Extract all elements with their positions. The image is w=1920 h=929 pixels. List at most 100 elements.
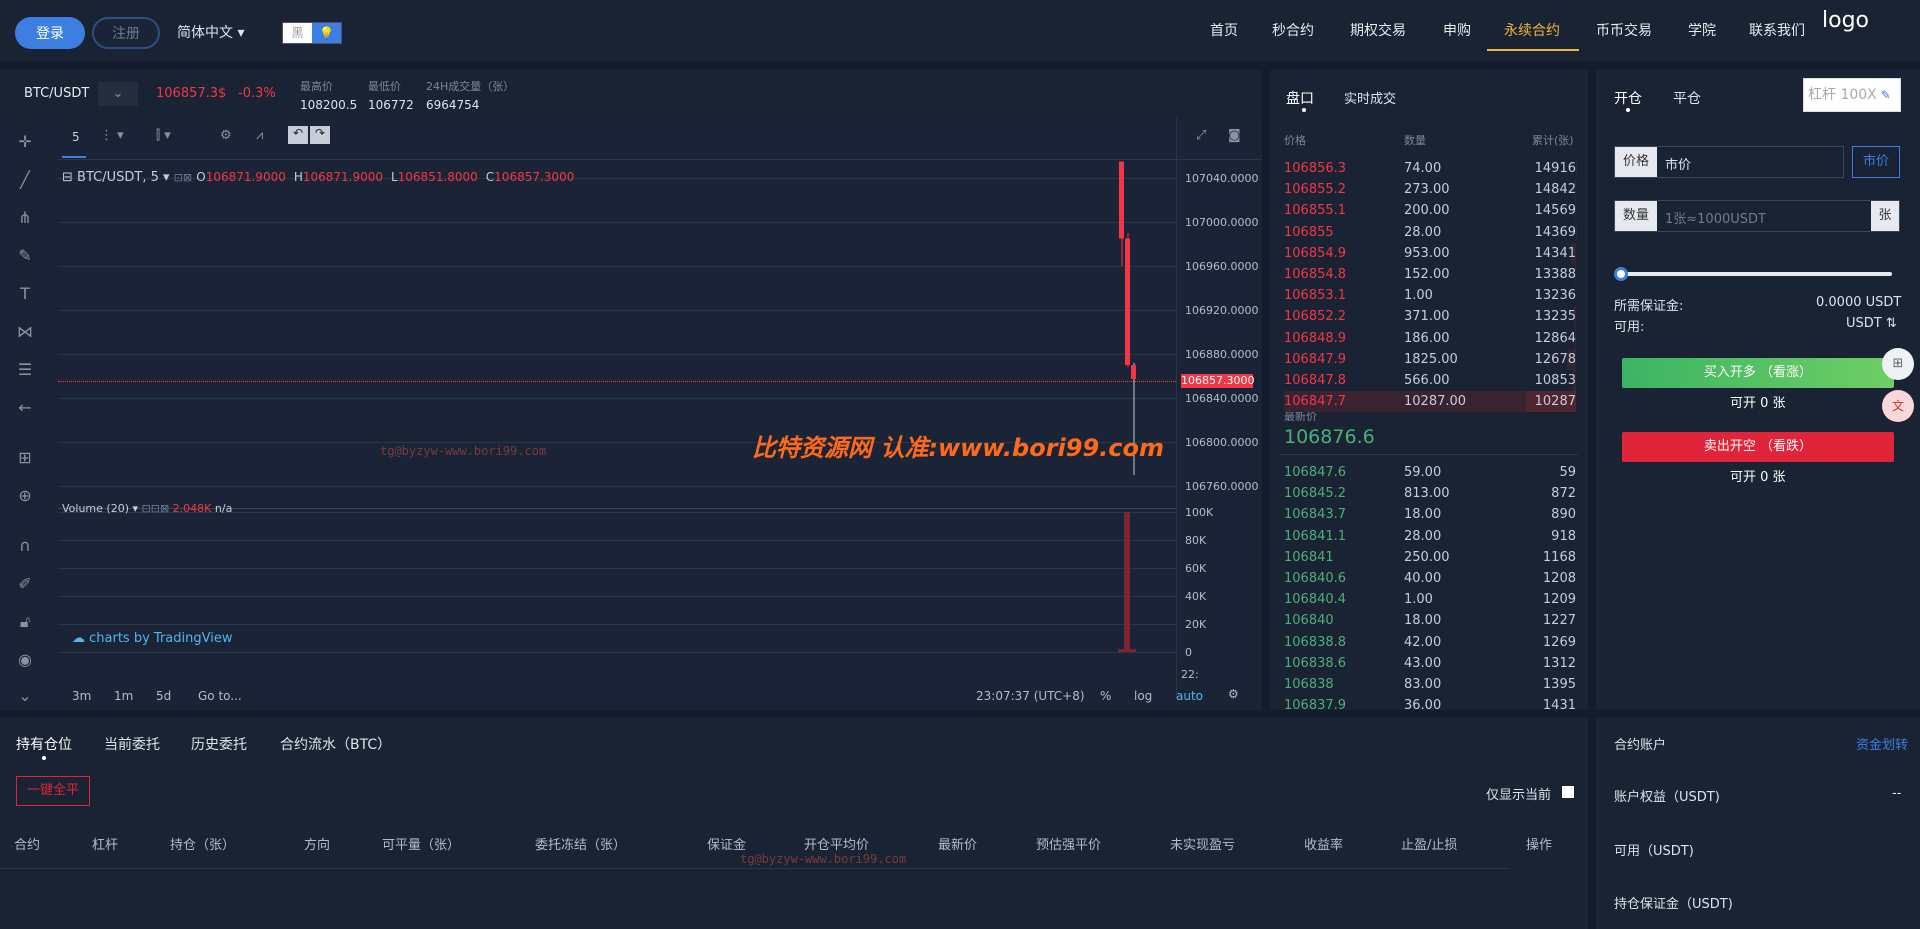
bid-row[interactable]: 106841 250.00 1168 (1284, 547, 1576, 568)
language-select[interactable]: 简体中文 ▾ (177, 22, 244, 42)
auto-toggle[interactable]: auto (1176, 689, 1203, 703)
y-tick: 106840.0000 (1185, 392, 1259, 405)
volume-title[interactable]: Volume (20) ▾ (62, 502, 138, 515)
ask-qty: 953.00 (1404, 245, 1450, 261)
bid-row[interactable]: 106840.4 1.00 1209 (1284, 589, 1576, 610)
y-tick: 106760.0000 (1185, 480, 1259, 493)
goto-button[interactable]: Go to... (198, 689, 242, 703)
translate-icon[interactable]: 文 (1882, 390, 1914, 422)
position-col-header: 方向 (304, 838, 331, 853)
tab-history-orders[interactable]: 历史委托 (191, 734, 247, 754)
tab-orderbook[interactable]: 盘口 (1286, 88, 1314, 108)
account-title: 合约账户 (1614, 738, 1667, 753)
only-current-checkbox[interactable] (1562, 786, 1574, 798)
nav-options[interactable]: 期权交易 (1350, 20, 1406, 40)
bid-qty: 43.00 (1404, 655, 1442, 671)
chart-canvas[interactable] (0, 118, 1262, 710)
price-axis[interactable]: 107040.0000 107000.0000 106960.0000 1069… (1176, 118, 1262, 698)
tab-positions[interactable]: 持有仓位 (16, 734, 72, 754)
price-change: -0.3% (238, 86, 276, 101)
chart-settings-icon[interactable]: ⚙ (1228, 687, 1239, 701)
bid-row[interactable]: 106840 18.00 1227 (1284, 610, 1576, 631)
nav-seconds-contract[interactable]: 秒合约 (1272, 20, 1314, 40)
ask-price: 106847.9 (1284, 351, 1347, 367)
quantity-input[interactable]: 数量 1张≈1000USDT 张 (1614, 200, 1900, 232)
bid-price: 106838.6 (1284, 655, 1347, 671)
qr-icon[interactable]: ⊞ (1882, 348, 1914, 380)
ask-price: 106855.1 (1284, 203, 1347, 219)
range-5d[interactable]: 5d (156, 689, 171, 703)
buy-long-button[interactable]: 买入开多 （看涨） (1622, 358, 1894, 388)
nav-perpetual[interactable]: 永续合约 (1504, 20, 1560, 40)
close-all-button[interactable]: 一键全平 (16, 776, 90, 806)
tradingview-brand-label: charts by TradingView (89, 631, 233, 646)
tab-open-orders[interactable]: 当前委托 (104, 734, 160, 754)
bid-qty: 813.00 (1404, 486, 1450, 502)
range-1m[interactable]: 1m (114, 689, 133, 703)
bid-qty: 18.00 (1404, 507, 1442, 523)
ask-row[interactable]: 106854.8 152.00 13388 (1284, 264, 1576, 285)
amount-slider[interactable] (1620, 272, 1892, 276)
chart-bottom-bar: 3m 1m 5d Go to... 23:07:37 (UTC+8) % log… (58, 684, 1262, 710)
ask-row[interactable]: 106852.2 371.00 13235 (1284, 306, 1576, 328)
transfer-link[interactable]: 资金划转 (1856, 734, 1908, 753)
pair-dropdown-icon[interactable]: ⌄ (98, 82, 138, 106)
bid-total: 1395 (1542, 677, 1576, 692)
price-input[interactable]: 价格 市价 (1614, 146, 1844, 178)
ask-price: 106856.3 (1284, 161, 1347, 176)
ask-price: 106847.8 (1284, 373, 1347, 388)
range-3m[interactable]: 3m (72, 689, 91, 703)
ask-total: 13235 (1534, 309, 1576, 325)
ask-row[interactable]: 106855.2 273.00 14842 (1284, 179, 1576, 201)
bid-row[interactable]: 106838.8 42.00 1269 (1284, 632, 1576, 653)
bid-row[interactable]: 106838 83.00 1395 (1284, 674, 1576, 695)
ask-row[interactable]: 106853.1 1.00 13236 (1284, 285, 1576, 306)
bid-row[interactable]: 106837.9 36.00 1431 (1284, 695, 1576, 716)
bid-total: 1168 (1542, 549, 1576, 565)
tab-open[interactable]: 开仓 (1614, 88, 1642, 108)
sell-short-button[interactable]: 卖出开空 （看跌） (1622, 432, 1894, 462)
volume-bar (1124, 512, 1130, 652)
bid-row[interactable]: 106843.7 18.00 890 (1284, 504, 1576, 525)
slider-handle[interactable] (1614, 267, 1628, 281)
top-nav-bar: 登录 注册 简体中文 ▾ 黑 💡 首页 秒合约 期权交易 申购 永续合约 币币交… (0, 0, 1920, 62)
volume-label: 24H成交量（张） (426, 80, 515, 93)
ask-row[interactable]: 106847.9 1825.00 12678 (1284, 348, 1576, 370)
nav-spot[interactable]: 币币交易 (1596, 20, 1652, 40)
ask-price: 106847.7 (1284, 394, 1347, 410)
bid-row[interactable]: 106845.2 813.00 872 (1284, 483, 1576, 504)
position-col-header: 操作 (1526, 838, 1553, 853)
tradingview-brand[interactable]: ☁ charts by TradingView (72, 631, 232, 646)
nav-subscribe[interactable]: 申购 (1443, 20, 1471, 40)
login-button[interactable]: 登录 (15, 17, 85, 49)
bid-row[interactable]: 106841.1 28.00 918 (1284, 526, 1576, 547)
ask-row[interactable]: 106856.3 74.00 14916 (1284, 158, 1576, 179)
tab-close[interactable]: 平仓 (1673, 88, 1701, 108)
log-toggle[interactable]: log (1134, 689, 1152, 703)
theme-toggle[interactable]: 黑 💡 (282, 22, 342, 44)
percent-toggle[interactable]: % (1100, 689, 1111, 703)
ask-row[interactable]: 106848.9 186.00 12864 (1284, 327, 1576, 349)
leverage-select[interactable]: 杠杆 100X ✎ (1803, 78, 1901, 112)
register-button[interactable]: 注册 (92, 17, 160, 49)
bid-row[interactable]: 106838.6 43.00 1312 (1284, 653, 1576, 674)
nav-home[interactable]: 首页 (1210, 20, 1238, 40)
market-button[interactable]: 市价 (1852, 146, 1900, 178)
ask-row[interactable]: 106847.8 566.00 10853 (1284, 370, 1576, 391)
ask-row[interactable]: 106855 28.00 14369 (1284, 221, 1576, 243)
bid-row[interactable]: 106847.6 59.00 59 (1284, 462, 1576, 483)
ask-row[interactable]: 106847.7 10287.00 10287 (1284, 391, 1576, 413)
ask-row[interactable]: 106854.9 953.00 14341 (1284, 242, 1576, 264)
ask-row[interactable]: 106855.1 200.00 14569 (1284, 200, 1576, 222)
bid-qty: 42.00 (1404, 634, 1442, 650)
nav-academy[interactable]: 学院 (1688, 20, 1716, 40)
theme-light-option[interactable]: 黑 (283, 23, 312, 43)
theme-dark-option[interactable]: 💡 (312, 23, 341, 43)
ask-qty: 186.00 (1404, 330, 1450, 346)
tab-contract-flow[interactable]: 合约流水（BTC） (280, 734, 391, 754)
tab-trades[interactable]: 实时成交 (1344, 88, 1396, 107)
bid-row[interactable]: 106840.6 40.00 1208 (1284, 568, 1576, 589)
tab-positions-dot (42, 756, 46, 760)
ask-price: 106853.1 (1284, 288, 1347, 304)
nav-contact[interactable]: 联系我们 (1749, 20, 1805, 40)
